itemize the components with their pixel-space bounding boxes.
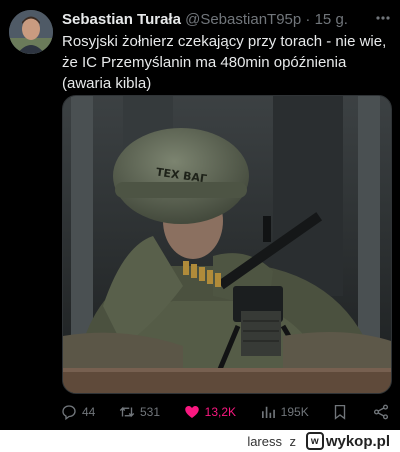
footer-username[interactable]: laress bbox=[247, 434, 282, 449]
retweet-icon bbox=[119, 406, 135, 418]
views-button[interactable]: 195K bbox=[259, 403, 309, 421]
like-count: 13,2K bbox=[204, 405, 237, 419]
separator-dot: · bbox=[305, 11, 311, 28]
like-button[interactable]: 13,2K bbox=[183, 403, 236, 421]
footer-watermark: laress z w wykop.pl bbox=[0, 430, 400, 452]
views-icon bbox=[261, 406, 275, 418]
tweet-header: Sebastian Turała @SebastianT95p · 15 g. bbox=[62, 9, 388, 31]
wykop-logo-icon: w bbox=[305, 432, 324, 450]
share-button[interactable] bbox=[372, 403, 390, 421]
share-icon bbox=[373, 404, 389, 420]
timestamp[interactable]: 15 g. bbox=[315, 11, 348, 28]
reply-icon bbox=[62, 405, 76, 421]
tweet-image[interactable]: ТЕХ ВАГ bbox=[62, 95, 392, 394]
tweet-actions: 44 531 13,2K 195K bbox=[60, 400, 390, 424]
wykop-brand: wykop.pl bbox=[325, 432, 390, 450]
author-handle[interactable]: @SebastianT95p bbox=[185, 11, 301, 28]
view-count: 195K bbox=[280, 405, 309, 419]
reply-button[interactable]: 44 bbox=[60, 403, 95, 421]
bookmark-icon bbox=[335, 404, 346, 420]
retweet-button[interactable]: 531 bbox=[118, 403, 160, 421]
tweet-card[interactable]: Sebastian Turała @SebastianT95p · 15 g. … bbox=[0, 0, 400, 430]
reply-count: 44 bbox=[82, 405, 96, 419]
wykop-logo[interactable]: w wykop.pl bbox=[305, 431, 390, 451]
tweet-text: Rosyjski żołnierz czekający przy torach … bbox=[62, 33, 387, 92]
footer-connector: z bbox=[289, 434, 297, 449]
author-name[interactable]: Sebastian Turała bbox=[62, 11, 181, 28]
avatar[interactable] bbox=[9, 10, 53, 54]
retweet-count: 531 bbox=[140, 405, 161, 419]
more-dots-icon[interactable] bbox=[373, 9, 393, 29]
heart-icon bbox=[184, 406, 199, 418]
bookmark-button[interactable] bbox=[331, 403, 349, 421]
